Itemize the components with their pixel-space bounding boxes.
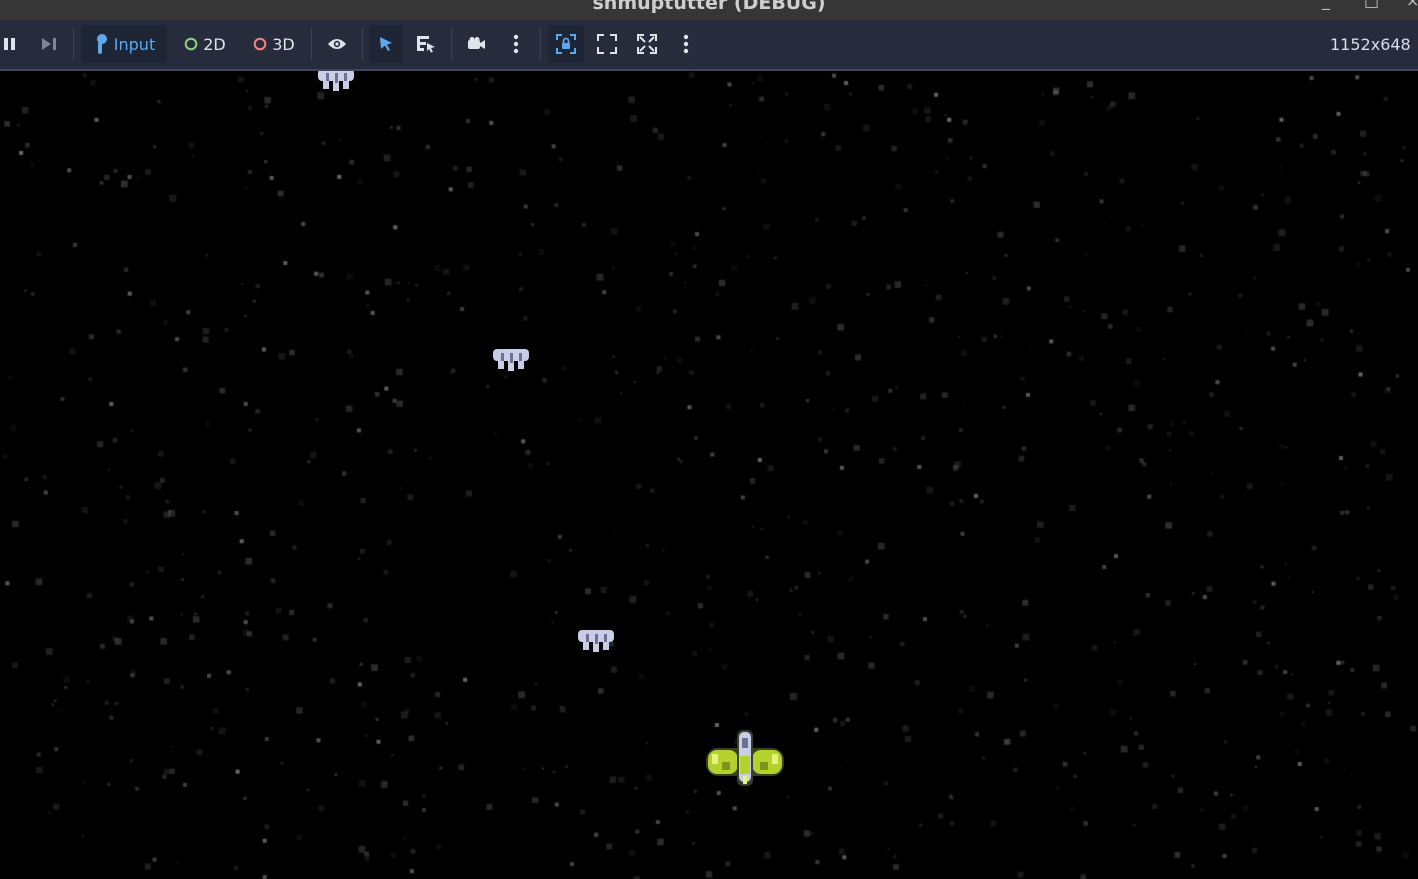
fullscreen-icon bbox=[637, 34, 657, 54]
window-title: shmuptutter (DEBUG) bbox=[592, 0, 826, 14]
camera-override-button[interactable] bbox=[459, 25, 493, 63]
node-3d-icon bbox=[253, 37, 267, 51]
visibility-button[interactable] bbox=[320, 25, 354, 63]
mode-3d-label: 3D bbox=[272, 34, 295, 54]
select-mode-button[interactable] bbox=[369, 25, 403, 63]
toolbar-separator bbox=[362, 28, 363, 60]
player-ship bbox=[706, 730, 784, 786]
close-icon[interactable]: × bbox=[1406, 0, 1418, 10]
maximize-icon[interactable]: □ bbox=[1364, 0, 1379, 10]
lock-frame-icon bbox=[556, 34, 576, 54]
mode-2d-button[interactable]: 2D bbox=[174, 25, 236, 63]
minimize-icon[interactable]: _ bbox=[1322, 0, 1330, 10]
toolbar-separator bbox=[311, 28, 312, 60]
fullscreen-button[interactable] bbox=[630, 25, 664, 63]
enemy-ship bbox=[493, 349, 529, 371]
window-title-bar: shmuptutter (DEBUG) _ □ × bbox=[0, 0, 1418, 20]
input-toggle-button[interactable]: Input bbox=[81, 25, 167, 63]
keep-aspect-button[interactable] bbox=[590, 25, 624, 63]
embed-game-button[interactable] bbox=[548, 25, 584, 63]
pause-button[interactable] bbox=[0, 25, 20, 63]
embed-options-button[interactable] bbox=[673, 25, 699, 63]
list-select-button[interactable] bbox=[409, 25, 443, 63]
enemy-ship bbox=[318, 71, 354, 91]
toolbar-separator bbox=[73, 28, 74, 60]
kebab-menu-icon bbox=[683, 34, 689, 54]
mode-3d-button[interactable]: 3D bbox=[243, 25, 305, 63]
list-select-icon bbox=[417, 36, 435, 53]
enemy-ship bbox=[578, 630, 614, 652]
next-frame-icon bbox=[42, 38, 56, 50]
input-label: Input bbox=[113, 34, 156, 54]
kebab-menu-icon bbox=[513, 34, 519, 54]
toolbar-separator bbox=[540, 28, 541, 60]
expand-corners-icon bbox=[597, 34, 617, 54]
input-joystick-icon bbox=[96, 34, 107, 54]
node-2d-icon bbox=[184, 37, 198, 51]
game-viewport[interactable] bbox=[0, 71, 1418, 879]
eye-icon bbox=[328, 39, 346, 49]
game-toolbar: Input 2D 3D bbox=[0, 20, 1418, 71]
resolution-readout: 1152x648 bbox=[1330, 35, 1411, 54]
next-frame-button[interactable] bbox=[33, 25, 65, 63]
pause-icon bbox=[4, 38, 15, 50]
mode-2d-label: 2D bbox=[203, 34, 226, 54]
camera-options-button[interactable] bbox=[503, 25, 529, 63]
camera-icon bbox=[468, 37, 485, 49]
toolbar-separator bbox=[451, 28, 452, 60]
arrow-cursor-icon bbox=[380, 37, 392, 51]
